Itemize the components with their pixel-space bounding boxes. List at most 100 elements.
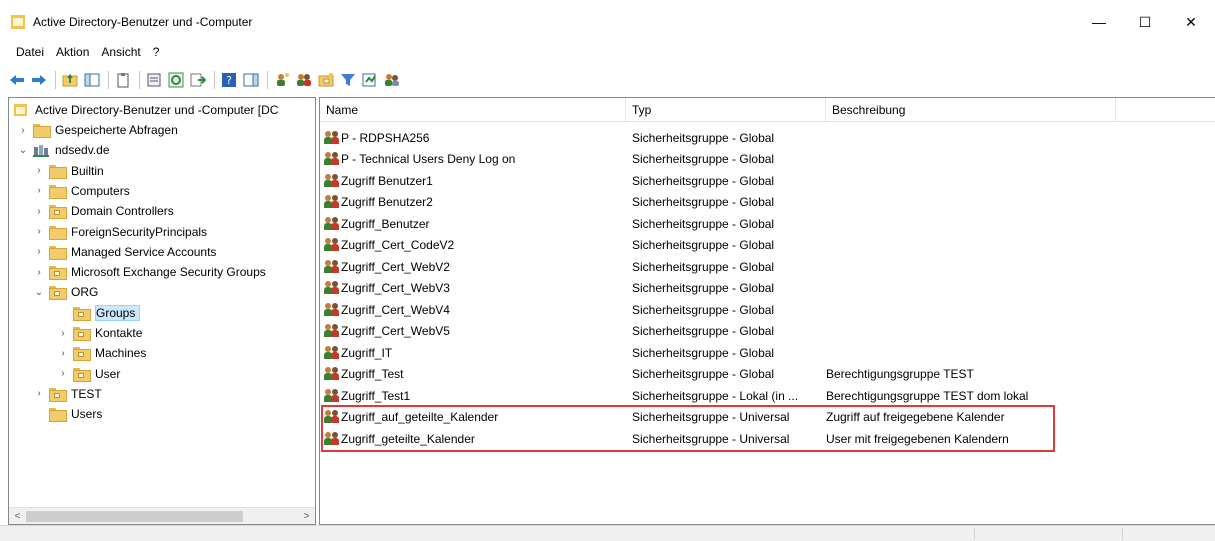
- list-row[interactable]: Zugriff Benutzer2 Sicherheitsgruppe - Glo…: [320, 192, 1116, 213]
- clipboard-icon[interactable]: [115, 72, 131, 88]
- list-row[interactable]: Zugriff_Test1 Sicherheitsgruppe - Lokal (…: [320, 385, 1116, 406]
- menu-help[interactable]: ?: [153, 45, 160, 59]
- tree-item-label: Microsoft Exchange Security Groups: [71, 265, 266, 280]
- chevron-down-icon[interactable]: ⌄: [17, 144, 29, 156]
- new-user-icon[interactable]: [274, 72, 290, 88]
- minimize-button[interactable]: —: [1076, 8, 1122, 36]
- chevron-right-icon[interactable]: ›: [33, 165, 45, 177]
- cell-description: Berechtigungsgruppe TEST: [826, 367, 974, 381]
- column-header-name[interactable]: Name: [320, 98, 626, 122]
- group-name: P - RDPSHA256: [341, 130, 430, 145]
- chevron-right-icon[interactable]: ›: [33, 226, 45, 238]
- status-divider: [1122, 528, 1123, 540]
- chevron-right-icon[interactable]: ›: [33, 246, 45, 258]
- tree-item[interactable]: › Machines: [57, 343, 146, 363]
- horizontal-scrollbar[interactable]: < >: [9, 507, 315, 524]
- security-group-icon: [324, 238, 340, 252]
- forward-arrow-icon[interactable]: [31, 72, 47, 88]
- list-row[interactable]: Zugriff_IT Sicherheitsgruppe - Global: [320, 342, 1116, 363]
- ou-folder-icon: [73, 327, 91, 341]
- close-button[interactable]: ✕: [1168, 8, 1214, 36]
- chevron-right-icon[interactable]: ›: [33, 205, 45, 217]
- chevron-right-icon[interactable]: ›: [57, 368, 69, 380]
- tree-item[interactable]: › Builtin: [33, 161, 104, 181]
- ad-users-computers-app-icon: [11, 15, 25, 29]
- chevron-right-icon[interactable]: ›: [33, 388, 45, 400]
- query-icon[interactable]: [362, 72, 378, 88]
- tree-item[interactable]: › User: [57, 364, 120, 384]
- tree-item[interactable]: › Gespeicherte Abfragen: [17, 120, 178, 140]
- cell-name: Zugriff_auf_geteilte_Kalender: [320, 410, 626, 424]
- cell-name: Zugriff_Test1: [320, 388, 626, 403]
- list-row[interactable]: Zugriff_Cert_WebV4 Sicherheitsgruppe - Gl…: [320, 299, 1116, 320]
- list-row[interactable]: Zugriff_Test Sicherheitsgruppe - Global Be…: [320, 364, 1116, 385]
- menu-bar: Datei Aktion Ansicht ?: [0, 40, 1215, 64]
- tree-item[interactable]: › ForeignSecurityPrincipals: [33, 222, 207, 242]
- refresh-icon[interactable]: [168, 72, 184, 88]
- tree-root[interactable]: Active Directory-Benutzer und -Computer …: [13, 100, 278, 120]
- folder-icon: [33, 124, 51, 138]
- add-to-group-icon[interactable]: [384, 72, 400, 88]
- list-row[interactable]: Zugriff_Cert_WebV5 Sicherheitsgruppe - Gl…: [320, 321, 1116, 342]
- export-list-icon[interactable]: [190, 72, 206, 88]
- cell-type: Sicherheitsgruppe - Global: [632, 216, 775, 231]
- list-row[interactable]: Zugriff_Benutzer Sicherheitsgruppe - Glob…: [320, 213, 1116, 234]
- tree-item[interactable]: › Computers: [33, 181, 130, 201]
- up-folder-icon[interactable]: [62, 72, 78, 88]
- toolbar: ?: [0, 64, 1215, 96]
- chevron-right-icon[interactable]: ›: [33, 185, 45, 197]
- tree-item-label: Builtin: [71, 163, 104, 178]
- chevron-right-icon[interactable]: ›: [57, 347, 69, 359]
- tree-item[interactable]: › Microsoft Exchange Security Groups: [33, 262, 266, 282]
- group-name: Zugriff_Test: [341, 367, 404, 381]
- list-row[interactable]: Zugriff_Cert_CodeV2 Sicherheitsgruppe - G…: [320, 235, 1116, 256]
- list-row[interactable]: Zugriff_auf_geteilte_Kalender Sicherheits…: [320, 407, 1116, 428]
- list-row[interactable]: Zugriff_Cert_WebV2 Sicherheitsgruppe - Gl…: [320, 256, 1116, 277]
- menu-aktion[interactable]: Aktion: [56, 45, 89, 59]
- tree-item[interactable]: › Domain Controllers: [33, 201, 174, 221]
- console-tree-pane[interactable]: Active Directory-Benutzer und -Computer …: [8, 97, 316, 525]
- scrollbar-thumb[interactable]: [26, 511, 243, 522]
- tree-item[interactable]: Users: [33, 404, 102, 424]
- help-icon[interactable]: ?: [221, 72, 237, 88]
- column-header-beschreibung[interactable]: Beschreibung: [826, 98, 1116, 122]
- details-list-pane[interactable]: Name Typ Beschreibung P - RDPSHA256 Siche…: [319, 97, 1215, 525]
- show-action-pane-icon[interactable]: [243, 72, 259, 88]
- security-group-icon: [324, 388, 340, 403]
- menu-datei[interactable]: Datei: [16, 45, 44, 59]
- security-group-icon: [324, 345, 340, 360]
- menu-ansicht[interactable]: Ansicht: [101, 45, 140, 59]
- list-row[interactable]: Zugriff_geteilte_Kalender Sicherheitsgrup…: [320, 428, 1116, 449]
- chevron-down-icon[interactable]: ⌄: [33, 286, 45, 298]
- list-row[interactable]: P - RDPSHA256 Sicherheitsgruppe - Global: [320, 127, 1116, 148]
- new-ou-icon[interactable]: [318, 72, 334, 88]
- show-console-tree-icon[interactable]: [84, 72, 100, 88]
- properties-icon[interactable]: [146, 72, 162, 88]
- tree-item[interactable]: › Kontakte: [57, 323, 142, 343]
- list-row[interactable]: Zugriff_Cert_WebV3 Sicherheitsgruppe - Gl…: [320, 278, 1116, 299]
- filter-icon[interactable]: [340, 72, 356, 88]
- tree-item[interactable]: ⌄ ndsedv.de: [17, 140, 110, 160]
- tree-item[interactable]: Groups: [57, 303, 141, 323]
- tree-item[interactable]: ⌄ ORG: [33, 282, 98, 302]
- cell-name: Zugriff Benutzer1: [320, 173, 626, 188]
- tree-item[interactable]: › TEST: [33, 384, 102, 404]
- column-header-typ[interactable]: Typ: [626, 98, 826, 122]
- maximize-button[interactable]: ☐: [1122, 8, 1168, 36]
- back-arrow-icon[interactable]: [9, 72, 25, 88]
- folder-icon: [49, 225, 67, 240]
- list-row[interactable]: P - Technical Users Deny Log on Sicherhei…: [320, 149, 1116, 170]
- scroll-right-arrow-icon[interactable]: >: [298, 509, 315, 524]
- chevron-right-icon[interactable]: ›: [57, 327, 69, 339]
- chevron-right-icon[interactable]: ›: [17, 124, 29, 136]
- group-name: Zugriff_Cert_WebV3: [341, 281, 450, 295]
- security-group-icon: [324, 281, 340, 295]
- tree-item[interactable]: › Managed Service Accounts: [33, 242, 216, 262]
- new-group-icon[interactable]: [296, 72, 312, 88]
- scroll-left-arrow-icon[interactable]: <: [9, 509, 26, 524]
- list-row[interactable]: Zugriff Benutzer1 Sicherheitsgruppe - Glo…: [320, 170, 1116, 191]
- chevron-right-icon[interactable]: ›: [33, 266, 45, 278]
- cell-type: Sicherheitsgruppe - Universal: [632, 410, 790, 424]
